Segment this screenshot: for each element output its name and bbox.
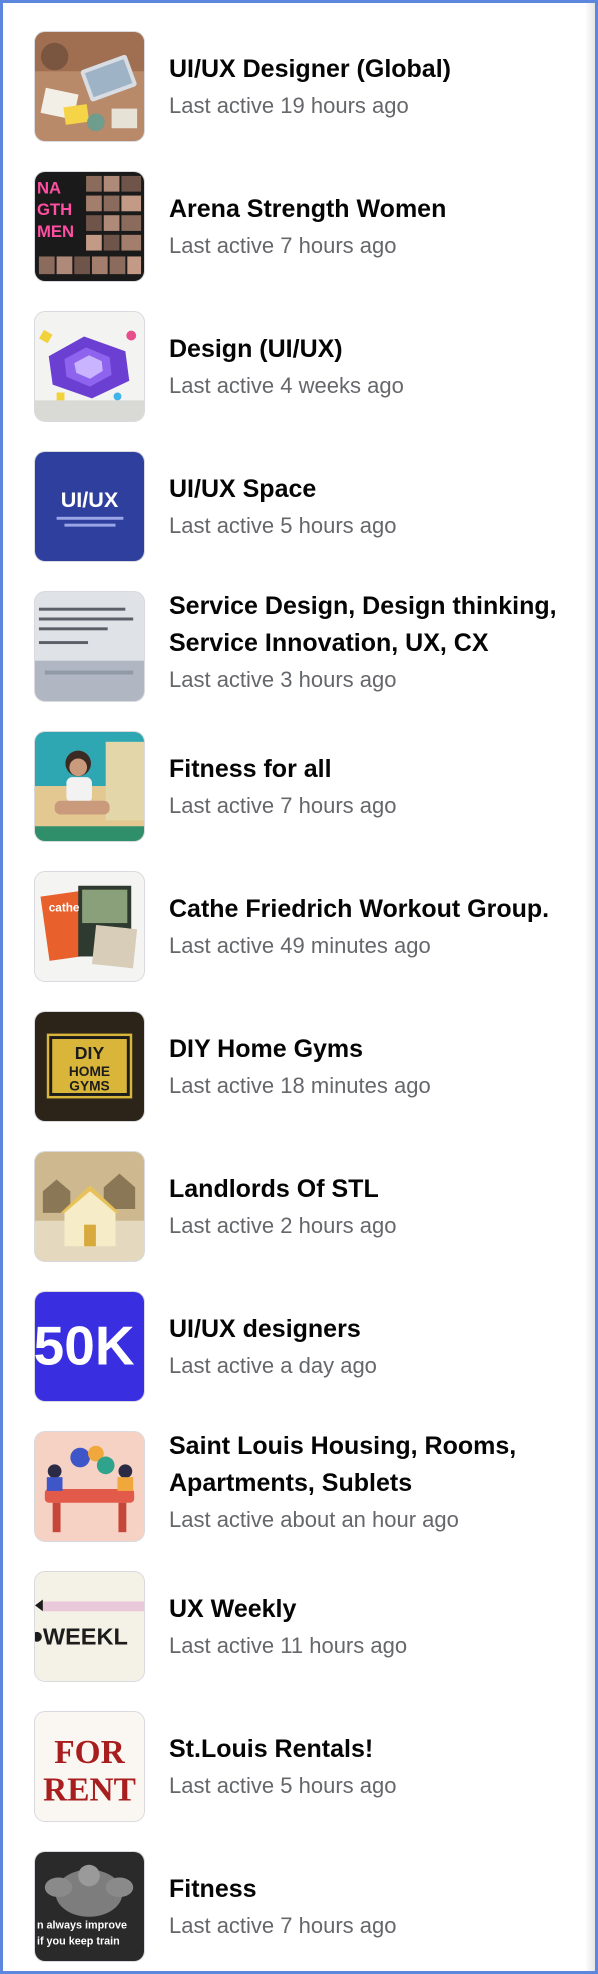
group-avatar-image: WEEKL [34,1571,145,1682]
group-item-text: Service Design, Design thinking, Service… [169,563,589,703]
thumb-text: n always improve [37,1920,127,1932]
group-avatar-image: NA GTH MEN [34,171,145,282]
group-item-cathe-friedrich[interactable]: cathe Cathe Friedrich Workout Group. Las… [3,843,595,983]
group-item-fitness-for-all[interactable]: Fitness for all Last active 7 hours ago [3,703,595,843]
last-active-text: Last active 7 hours ago [169,792,397,818]
group-name: UX Weekly [169,1594,297,1623]
group-name-line-2: Service Innovation, UX, CX [169,629,489,657]
group-item-st-louis-rentals[interactable]: FOR RENT St.Louis Rentals! Last active 5… [3,1683,595,1823]
group-list-panel: UI/UX Designer (Global) Last active 19 h… [0,0,598,1974]
thumb-text: GYMS [69,1079,109,1094]
group-name: DIY Home Gyms [169,1034,364,1063]
last-active-text: Last active 49 minutes ago [169,932,431,958]
group-item-saint-louis-housing[interactable]: Saint Louis Housing, Rooms, Apartments, … [3,1403,595,1543]
group-avatar-image: UI/UX [34,451,145,562]
last-active-text: Last active 18 minutes ago [169,1072,431,1098]
group-avatar-image: n always improve if you keep train [34,1851,145,1962]
thumb-text: FOR [54,1734,125,1771]
group-item-text: Fitness Last active 7 hours ago [169,1823,589,1963]
last-active-text: Last active 2 hours ago [169,1212,397,1238]
thumb-text: WEEKL [43,1624,128,1650]
thumb-text: GTH [37,200,72,219]
group-item-text: Saint Louis Housing, Rooms, Apartments, … [169,1403,589,1543]
group-name: Design (UI/UX) [169,334,343,363]
group-avatar-image [34,591,145,702]
group-name: Fitness for all [169,754,332,783]
group-item-design-ui-ux[interactable]: Design (UI/UX) Last active 4 weeks ago [3,283,595,423]
group-name: Cathe Friedrich Workout Group. [169,894,550,923]
group-item-text: DIY Home Gyms Last active 18 minutes ago [169,983,589,1123]
last-active-text: Last active about an hour ago [169,1507,459,1532]
group-item-landlords-of-stl[interactable]: Landlords Of STL Last active 2 hours ago [3,1123,595,1263]
group-item-fitness[interactable]: n always improve if you keep train Fitne… [3,1823,595,1963]
thumb-text: DIY [75,1043,105,1063]
group-item-ui-ux-designers[interactable]: 50K UI/UX designers Last active a day ag… [3,1263,595,1403]
thumb-text: RENT [43,1771,136,1808]
last-active-text: Last active 11 hours ago [169,1632,408,1658]
group-name: UI/UX Space [169,474,317,503]
group-item-ui-ux-space[interactable]: UI/UX UI/UX Space Last active 5 hours ag… [3,423,595,563]
group-name-line-2: Apartments, Sublets [169,1469,413,1497]
thumb-text: cathe [49,901,80,914]
group-item-arena-strength-women[interactable]: NA GTH MEN Arena Strength Women Last act… [3,143,595,283]
group-avatar-image [34,311,145,422]
group-item-ux-weekly[interactable]: WEEKL UX Weekly Last active 11 hours ago [3,1543,595,1683]
last-active-text: Last active a day ago [169,1352,377,1378]
group-item-text: St.Louis Rentals! Last active 5 hours ag… [169,1683,589,1823]
group-item-text: UI/UX designers Last active a day ago [169,1263,589,1403]
group-item-text: Fitness for all Last active 7 hours ago [169,703,589,843]
thumb-text: UI/UX [61,487,119,512]
group-avatar-image [34,31,145,142]
group-name: St.Louis Rentals! [169,1734,374,1763]
group-name-line-1: Service Design, Design thinking, [169,592,557,620]
group-avatar-image: 50K [34,1291,145,1402]
group-avatar-image: DIY HOME GYMS [34,1011,145,1122]
group-avatar-image [34,1151,145,1262]
group-item-text: UI/UX Designer (Global) Last active 19 h… [169,3,589,143]
group-item-text: UI/UX Space Last active 5 hours ago [169,423,589,563]
group-item-ui-ux-designer-global[interactable]: UI/UX Designer (Global) Last active 19 h… [3,3,595,143]
last-active-text: Last active 4 weeks ago [169,372,404,398]
thumb-text: NA [37,179,61,198]
group-avatar-image [34,1431,145,1542]
group-name-line-1: Saint Louis Housing, Rooms, [169,1432,517,1460]
last-active-text: Last active 5 hours ago [169,512,397,538]
group-name: UI/UX Designer (Global) [169,54,451,83]
thumb-text: if you keep train [37,1935,120,1947]
group-item-text: UX Weekly Last active 11 hours ago [169,1543,589,1683]
group-name: Fitness [169,1874,257,1903]
group-item-text: Landlords Of STL Last active 2 hours ago [169,1123,589,1263]
thumb-text: MEN [37,222,74,241]
last-active-text: Last active 5 hours ago [169,1772,397,1798]
group-avatar-image [34,731,145,842]
last-active-text: Last active 3 hours ago [169,667,397,692]
group-item-text: Arena Strength Women Last active 7 hours… [169,143,589,283]
thumb-text: 50K [35,1315,135,1377]
group-name: Arena Strength Women [169,194,447,223]
group-item-text: Design (UI/UX) Last active 4 weeks ago [169,283,589,423]
group-avatar-image: cathe [34,871,145,982]
group-name: UI/UX designers [169,1314,361,1343]
group-item-service-design[interactable]: Service Design, Design thinking, Service… [3,563,595,703]
last-active-text: Last active 19 hours ago [169,92,409,118]
last-active-text: Last active 7 hours ago [169,232,397,258]
group-item-diy-home-gyms[interactable]: DIY HOME GYMS DIY Home Gyms Last active … [3,983,595,1123]
last-active-text: Last active 7 hours ago [169,1912,397,1938]
group-avatar-image: FOR RENT [34,1711,145,1822]
thumb-text: HOME [69,1064,110,1079]
group-name: Landlords Of STL [169,1174,379,1203]
group-item-text: Cathe Friedrich Workout Group. Last acti… [169,843,589,983]
